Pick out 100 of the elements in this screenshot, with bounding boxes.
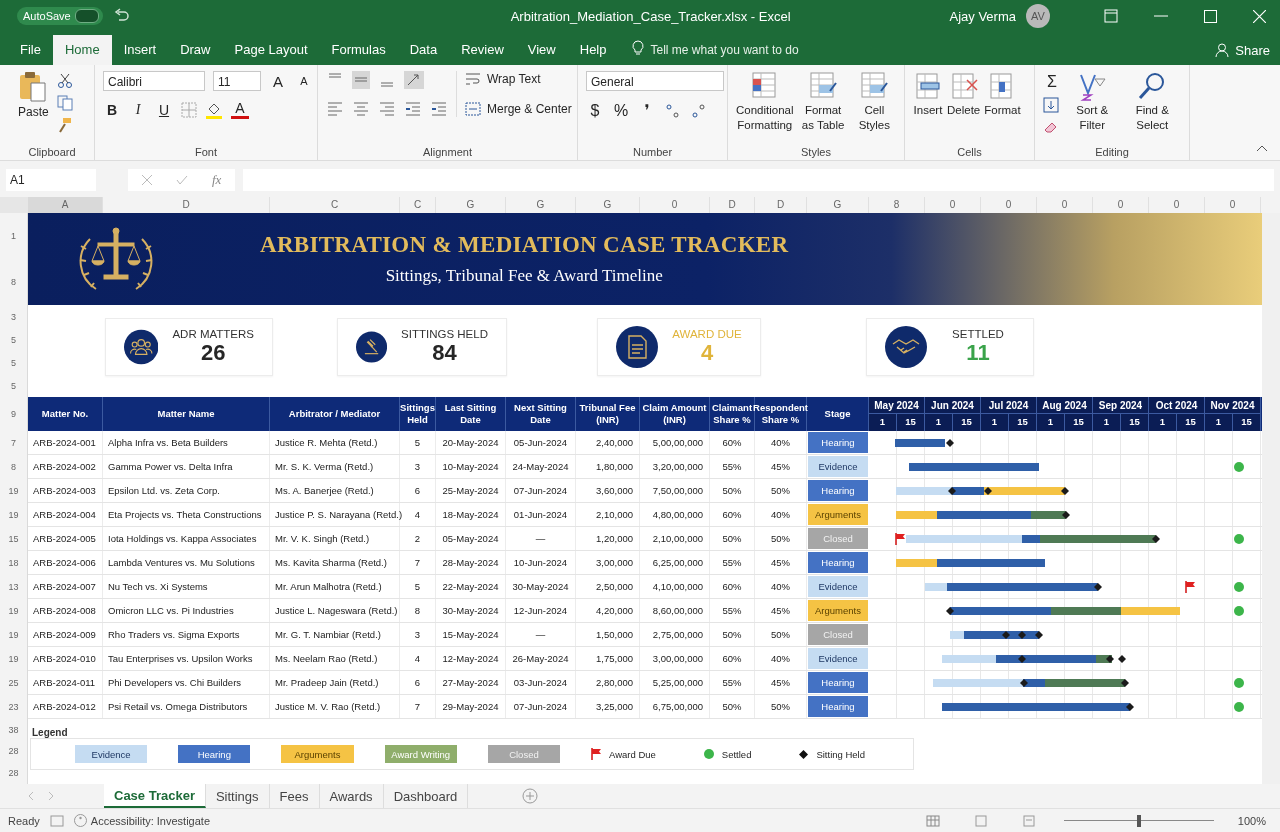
styles-button[interactable]: Cell Styles [852,71,896,133]
ribbon-tab[interactable]: Review [449,35,516,65]
row-number[interactable]: 9 [11,409,16,419]
paste-button[interactable]: Paste [18,71,49,119]
ribbon-tab[interactable]: View [515,35,568,65]
italic-button[interactable]: I [129,102,147,118]
decrease-font-button[interactable]: A [295,75,313,87]
scroll-left-icon[interactable] [28,792,34,800]
zoom-slider-thumb[interactable] [1136,814,1141,827]
ribbon-tab[interactable]: Page Layout [222,35,320,65]
row-number[interactable]: 19 [8,503,19,527]
text-align-icon[interactable] [352,99,370,117]
number-format-dropdown[interactable]: General [586,71,724,91]
row-number[interactable]: 23 [8,695,19,719]
decrease-indent-icon[interactable] [404,99,422,117]
row-number[interactable]: 19 [8,647,19,671]
column-header[interactable]: A [28,197,103,213]
row-number[interactable]: 3 [11,311,16,322]
scroll-right-icon[interactable] [48,792,54,800]
format-painter-icon[interactable] [56,117,73,133]
orientation-icon[interactable] [404,71,424,89]
name-box[interactable]: A1 [6,169,96,191]
font-color-button[interactable]: A [231,101,249,119]
cells-button[interactable]: Insert [913,71,943,118]
ribbon-display-icon[interactable] [1104,9,1118,23]
column-heading: Matter No. [28,397,103,431]
row-number[interactable]: 25 [8,671,19,695]
close-icon[interactable] [1253,9,1266,23]
borders-icon[interactable] [181,102,197,118]
increase-decimal-icon[interactable] [664,102,682,119]
row-number[interactable]: 19 [8,479,19,503]
comma-style-button[interactable]: ❜ [638,101,656,120]
add-sheet-icon[interactable] [522,788,539,804]
table-cell: 45% [755,671,807,694]
share-button[interactable]: Share [1215,35,1270,65]
fill-icon[interactable] [1043,97,1059,113]
editing-button[interactable]: Sort & Filter [1065,71,1120,133]
decrease-decimal-icon[interactable] [690,102,708,119]
insert-function-button[interactable]: fx [212,172,222,188]
row-number[interactable]: 19 [8,599,19,623]
row-number[interactable]: 1 [11,231,16,241]
zoom-slider[interactable] [1063,814,1214,827]
undo-icon[interactable] [112,8,131,24]
text-align-icon[interactable] [326,99,344,117]
styles-button[interactable]: Conditional Formatting [736,71,794,133]
row-number[interactable]: 38 [8,724,19,735]
row-number[interactable]: 15 [8,527,19,551]
autosave-toggle[interactable]: AutoSave [17,7,103,25]
row-number[interactable]: 7 [11,431,16,455]
ribbon-tab[interactable]: Help [567,35,619,65]
increase-indent-icon[interactable] [430,99,448,117]
currency-button[interactable]: $ [586,101,604,120]
day-heading: 1 [925,414,953,431]
table-cell: 6,25,00,000 [640,551,710,574]
underline-button[interactable]: U [155,102,173,118]
accessibility-button[interactable]: Accessibility: Investigate [73,814,210,827]
ribbon-tab[interactable]: File [8,35,53,65]
increase-font-button[interactable]: A [269,72,287,90]
row-number[interactable]: 5 [11,380,16,391]
tell-me-field[interactable]: Tell me what you want to do [650,35,799,65]
percent-button[interactable]: % [612,101,630,120]
row-number[interactable]: 8 [11,455,16,479]
font-name-dropdown[interactable]: Calibri [103,71,205,91]
cells-button[interactable]: Delete [947,71,981,118]
fill-color-icon[interactable] [205,101,223,119]
sheet-tab[interactable]: Case Tracker [104,784,206,808]
ribbon-tab[interactable]: Home [52,35,112,65]
enter-icon[interactable] [176,175,188,185]
maximize-icon[interactable] [1204,9,1217,23]
row-number[interactable]: 8 [11,277,16,287]
autosum-button[interactable]: Σ [1043,73,1061,91]
font-size-dropdown[interactable]: 11 [213,71,261,91]
bold-button[interactable]: B [103,102,121,118]
copy-icon[interactable] [56,95,73,111]
ribbon-tab[interactable]: Formulas [319,35,398,65]
row-number[interactable]: 19 [8,623,19,647]
collapse-ribbon-icon[interactable] [1256,144,1268,152]
macro-icon[interactable] [49,814,64,827]
merge-center-button[interactable]: Merge & Center [465,101,572,117]
column-heading: Last Sitting Date [436,397,506,431]
user-avatar[interactable]: AV [1026,4,1050,28]
text-align-icon[interactable] [378,99,396,117]
wrap-text-button[interactable]: Wrap Text [465,71,572,87]
row-number[interactable]: 28 [8,768,19,779]
zoom-level[interactable]: 100% [1237,814,1266,827]
editing-button[interactable]: Find & Select [1123,71,1181,133]
cut-icon[interactable] [56,73,73,89]
cells-button[interactable]: Format [984,71,1021,118]
ribbon-tab[interactable]: Draw [168,35,223,65]
table-cell: ARB-2024-004 [28,503,103,526]
row-number[interactable]: 5 [11,334,16,345]
vertical-align-icon[interactable] [352,71,370,89]
row-number[interactable]: 5 [11,357,16,368]
ribbon-tab[interactable]: Insert [111,35,169,65]
cancel-icon[interactable] [142,175,152,185]
ribbon-tab[interactable]: Data [397,35,450,65]
styles-button[interactable]: Format as Table [797,71,849,133]
row-number[interactable]: 18 [8,551,19,575]
row-number[interactable]: 28 [8,746,19,757]
row-number[interactable]: 13 [8,575,19,599]
